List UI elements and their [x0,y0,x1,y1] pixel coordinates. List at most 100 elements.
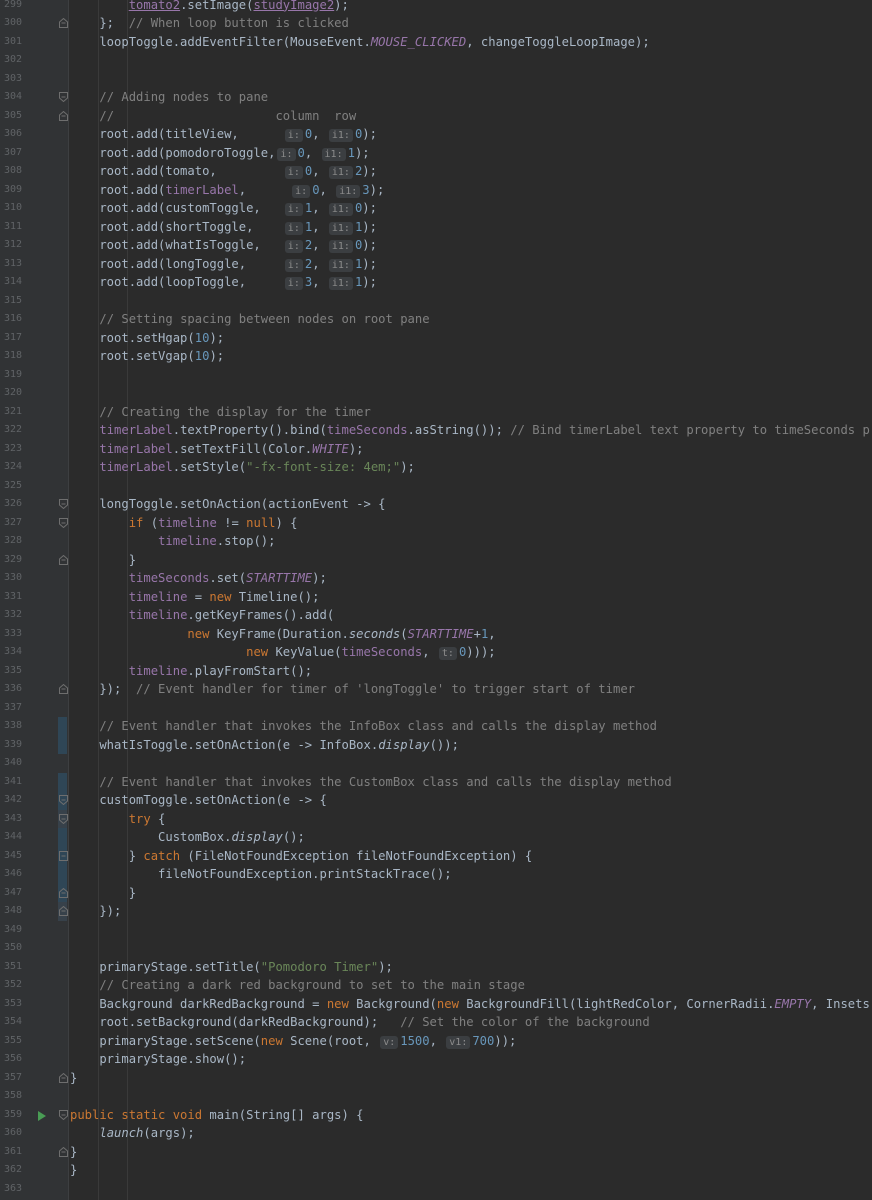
code-line[interactable]: 310 root.add(customToggle, i: 1, i1: 0); [0,199,872,218]
code-line[interactable]: 319 [0,366,872,385]
code-line[interactable]: 340 [0,754,872,773]
fold-end-icon[interactable] [59,1146,68,1157]
fold-start-icon[interactable] [59,92,68,102]
code-text[interactable]: root.add(titleView, i: 0, i1: 0); [70,125,377,144]
code-text[interactable]: } [70,1161,77,1180]
code-line[interactable]: 358 [0,1087,872,1106]
fold-start-icon[interactable] [59,499,68,509]
code-text[interactable]: root.setVgap(10); [70,347,224,366]
code-text[interactable]: }); // Event handler for timer of 'longT… [70,680,635,699]
fold-end-icon[interactable] [59,684,68,694]
code-line[interactable]: 325 [0,477,872,496]
code-text[interactable]: } [70,551,136,570]
code-text[interactable]: root.add(customToggle, i: 1, i1: 0); [70,199,377,218]
run-main-icon[interactable] [37,1109,47,1121]
code-text[interactable]: root.add(whatIsToggle, i: 2, i1: 0); [70,236,377,255]
code-text[interactable]: timeline.getKeyFrames().add( [70,606,334,625]
code-line[interactable]: 328 timeline.stop(); [0,532,872,551]
code-line[interactable]: 342 customToggle.setOnAction(e -> { [0,791,872,810]
code-text[interactable]: } [70,884,136,903]
code-line[interactable]: 305 // column row [0,107,872,126]
code-line[interactable]: 329 } [0,551,872,570]
code-line[interactable]: 318 root.setVgap(10); [0,347,872,366]
code-line[interactable]: 361} [0,1143,872,1162]
code-line[interactable]: 322 timerLabel.textProperty().bind(timeS… [0,421,872,440]
code-text[interactable]: new KeyValue(timeSeconds, t: 0))); [70,643,496,662]
fold-end-icon[interactable] [59,110,68,121]
code-text[interactable]: timerLabel.textProperty().bind(timeSecon… [70,421,872,440]
code-line[interactable]: 356 primaryStage.show(); [0,1050,872,1069]
code-text[interactable]: Background darkRedBackground = new Backg… [70,995,872,1014]
code-text[interactable]: // column row [70,107,356,126]
fold-end-icon[interactable] [59,18,68,28]
code-text[interactable]: root.add(loopToggle, i: 3, i1: 1); [70,273,377,292]
code-line[interactable]: 330 timeSeconds.set(STARTTIME); [0,569,872,588]
code-text[interactable]: } [70,1069,77,1088]
code-text[interactable]: // Event handler that invokes the InfoBo… [70,717,657,736]
code-line[interactable]: 347 } [0,884,872,903]
fold-start-icon[interactable] [59,1109,68,1120]
fold-end-icon[interactable] [59,1072,68,1083]
fold-start-icon[interactable] [59,850,68,861]
fold-start-icon[interactable] [59,795,68,805]
code-text[interactable]: launch(args); [70,1124,194,1143]
code-line[interactable]: 323 timerLabel.setTextFill(Color.WHITE); [0,440,872,459]
code-line[interactable]: 324 timerLabel.setStyle("-fx-font-size: … [0,458,872,477]
code-line[interactable]: 357} [0,1069,872,1088]
code-line[interactable]: 301 loopToggle.addEventFilter(MouseEvent… [0,33,872,52]
code-text[interactable]: root.add(longToggle, i: 2, i1: 1); [70,255,377,274]
code-line[interactable]: 313 root.add(longToggle, i: 2, i1: 1); [0,255,872,274]
code-text[interactable]: public static void main(String[] args) { [70,1106,364,1125]
fold-end-icon[interactable] [59,906,68,916]
code-text[interactable]: timeline.stop(); [70,532,275,551]
code-line[interactable]: 320 [0,384,872,403]
code-line[interactable]: 352 // Creating a dark red background to… [0,976,872,995]
code-line[interactable]: 334 new KeyValue(timeSeconds, t: 0))); [0,643,872,662]
code-line[interactable]: 300 }; // When loop button is clicked [0,14,872,33]
code-line[interactable]: 349 [0,921,872,940]
code-line[interactable]: 344 CustomBox.display(); [0,828,872,847]
code-line[interactable]: 348 }); [0,902,872,921]
code-line[interactable]: 317 root.setHgap(10); [0,329,872,348]
code-text[interactable]: new KeyFrame(Duration.seconds(STARTTIME+… [70,625,495,644]
code-text[interactable]: root.add(timerLabel, i: 0, i1: 3); [70,181,384,200]
code-text[interactable]: root.setHgap(10); [70,329,224,348]
code-line[interactable]: 309 root.add(timerLabel, i: 0, i1: 3); [0,181,872,200]
code-text[interactable]: } catch (FileNotFoundException fileNotFo… [70,847,533,866]
code-line[interactable]: 343 try { [0,810,872,829]
code-text[interactable]: primaryStage.show(); [70,1050,246,1069]
code-line[interactable]: 302 [0,51,872,70]
code-line[interactable]: 350 [0,939,872,958]
code-line[interactable]: 307 root.add(pomodoroToggle, i: 0, i1: 1); [0,144,872,163]
code-line[interactable]: 327 if (timeline != null) { [0,514,872,533]
code-text[interactable]: timerLabel.setStyle("-fx-font-size: 4em;… [70,458,415,477]
code-text[interactable]: root.add(pomodoroToggle, i: 0, i1: 1); [70,144,370,163]
code-text[interactable]: CustomBox.display(); [70,828,305,847]
code-line[interactable]: 345 } catch (FileNotFoundException fileN… [0,847,872,866]
code-line[interactable]: 346 fileNotFoundException.printStackTrac… [0,865,872,884]
fold-start-icon[interactable] [59,813,68,824]
code-line[interactable]: 304 // Adding nodes to pane [0,88,872,107]
code-line[interactable]: 339 whatIsToggle.setOnAction(e -> InfoBo… [0,736,872,755]
code-line[interactable]: 315 [0,292,872,311]
code-line[interactable]: 308 root.add(tomato, i: 0, i1: 2); [0,162,872,181]
code-line[interactable]: 337 [0,699,872,718]
code-line[interactable]: 338 // Event handler that invokes the In… [0,717,872,736]
code-line[interactable]: 359 public static void main(String[] args… [0,1106,872,1125]
code-text[interactable]: customToggle.setOnAction(e -> { [70,791,326,810]
code-text[interactable]: root.add(tomato, i: 0, i1: 2); [70,162,377,181]
code-line[interactable]: 355 primaryStage.setScene(new Scene(root… [0,1032,872,1051]
code-text[interactable]: timeline = new Timeline(); [70,588,320,607]
code-line[interactable]: 331 timeline = new Timeline(); [0,588,872,607]
code-text[interactable]: // Creating a dark red background to set… [70,976,525,995]
code-text[interactable]: tomato2.setImage(studyImage2); [70,0,349,14]
fold-start-icon[interactable] [59,517,68,528]
code-line[interactable]: 316 // Setting spacing between nodes on … [0,310,872,329]
code-text[interactable]: whatIsToggle.setOnAction(e -> InfoBox.di… [70,736,459,755]
code-line[interactable]: 354 root.setBackground(darkRedBackground… [0,1013,872,1032]
code-text[interactable]: // Creating the display for the timer [70,403,371,422]
code-text[interactable]: // Setting spacing between nodes on root… [70,310,429,329]
code-line[interactable]: 341 // Event handler that invokes the Cu… [0,773,872,792]
fold-end-icon[interactable] [59,887,68,898]
code-text[interactable]: timerLabel.setTextFill(Color.WHITE); [70,440,363,459]
